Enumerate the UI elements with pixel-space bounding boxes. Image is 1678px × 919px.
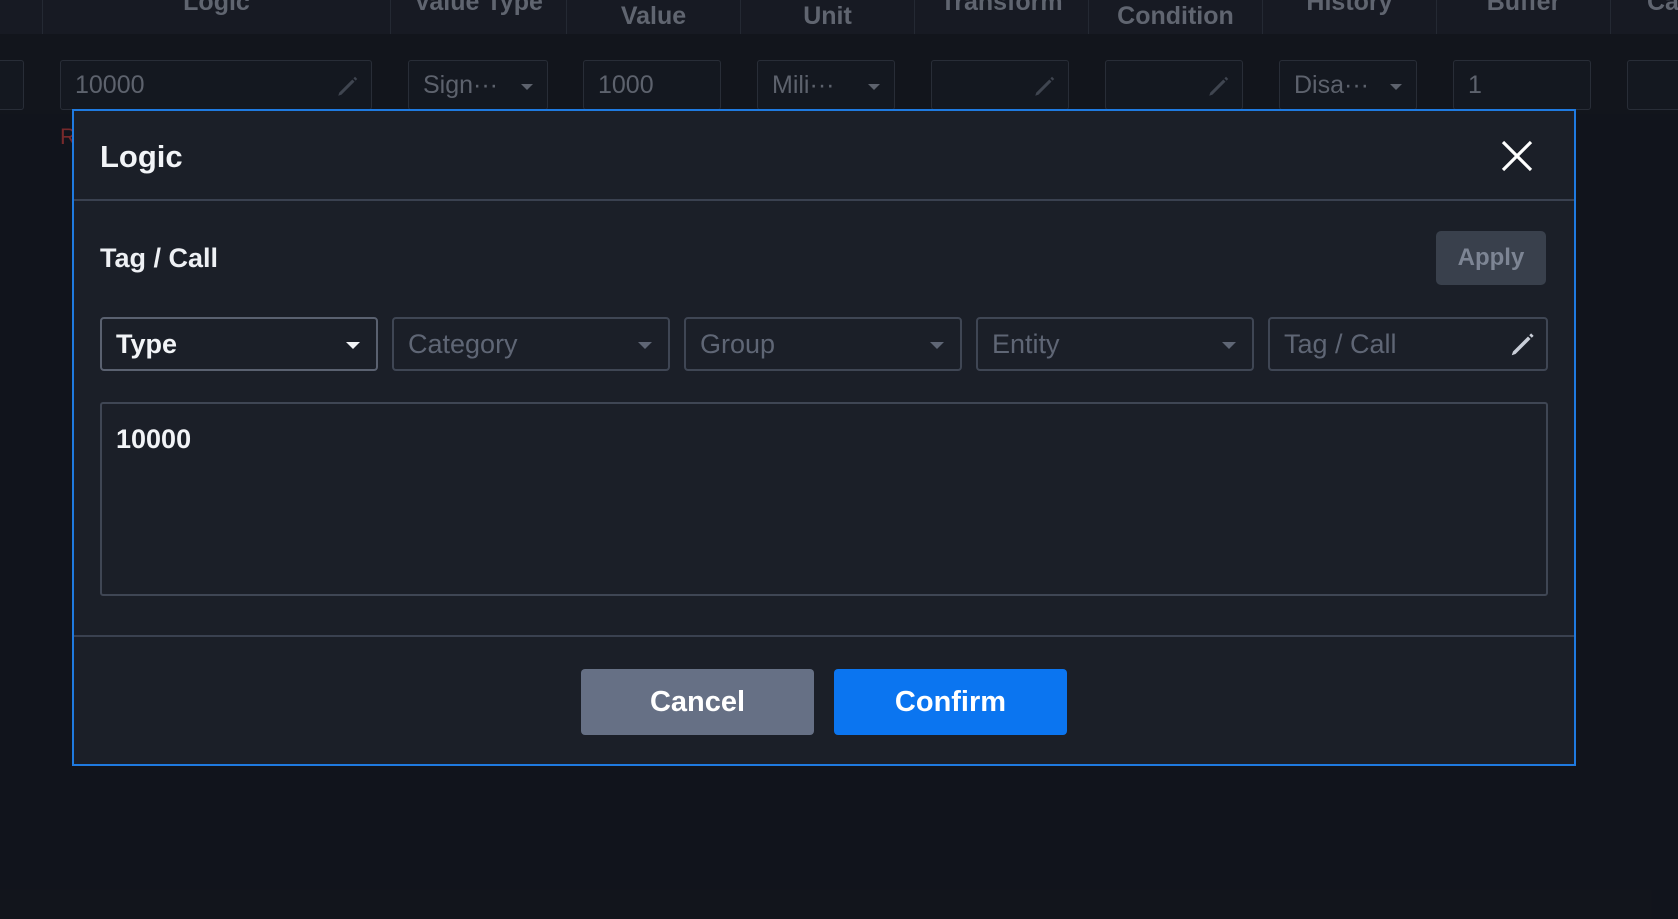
caret-down-icon [930,342,944,349]
logic-modal: Logic Tag / Call Apply Type Category Gro… [72,109,1576,766]
caret-down-icon [638,342,652,349]
apply-button[interactable]: Apply [1436,231,1546,285]
type-select[interactable]: Type [100,317,378,371]
group-placeholder: Group [700,329,776,359]
close-icon [1501,140,1533,172]
entity-select[interactable]: Entity [976,317,1254,371]
editor-value: 10000 [116,424,192,454]
cancel-button[interactable]: Cancel [581,669,814,735]
tag-call-placeholder: Tag / Call [1284,329,1397,359]
category-select[interactable]: Category [392,317,670,371]
entity-placeholder: Entity [992,329,1060,359]
caret-down-icon [346,342,360,349]
caret-down-icon [1222,342,1236,349]
section-label-tag-call: Tag / Call [100,243,219,273]
type-select-value: Type [116,329,178,359]
close-button[interactable] [1500,139,1534,173]
confirm-button[interactable]: Confirm [834,669,1067,735]
logic-expression-editor[interactable]: 10000 [100,402,1548,596]
modal-header: Logic [74,111,1574,201]
modal-title: Logic [100,139,183,174]
modal-footer-divider [74,635,1574,637]
pencil-icon[interactable] [1508,329,1538,359]
tag-call-input[interactable]: Tag / Call [1268,317,1548,371]
category-placeholder: Category [408,329,518,359]
group-select[interactable]: Group [684,317,962,371]
